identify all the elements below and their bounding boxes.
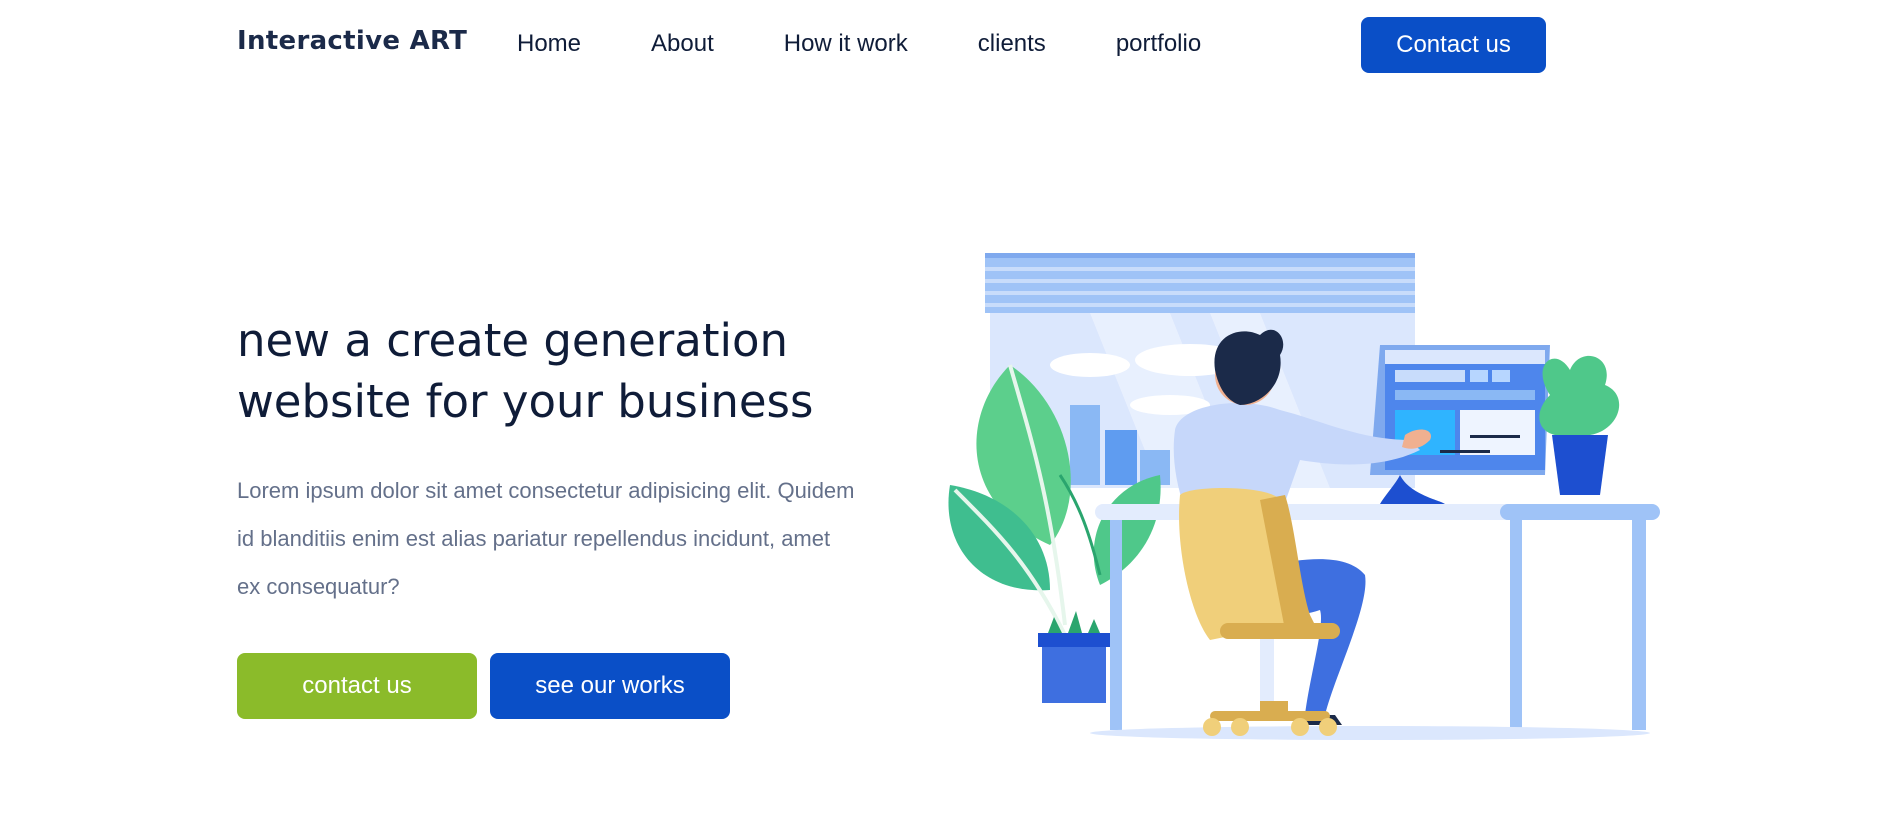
- hero-description: Lorem ipsum dolor sit amet consectetur a…: [237, 478, 855, 599]
- nav-item-about[interactable]: About: [651, 30, 714, 58]
- nav-item-how-it-work[interactable]: How it work: [784, 30, 908, 58]
- landing-page: Interactive ART Home About How it work c…: [0, 0, 1877, 818]
- logo[interactable]: Interactive ART: [237, 26, 467, 56]
- nav-item-portfolio[interactable]: portfolio: [1116, 30, 1201, 58]
- person-at-desk-illustration: [948, 253, 1660, 740]
- hero-title: new a create generation website for your…: [237, 314, 814, 428]
- potted-plant-icon: [1539, 355, 1620, 495]
- see-our-works-button[interactable]: see our works: [490, 653, 730, 719]
- header-contact-button[interactable]: Contact us: [1361, 17, 1546, 73]
- main-nav: Home About How it work clients portfolio: [517, 30, 1201, 58]
- nav-item-home[interactable]: Home: [517, 30, 581, 58]
- contact-us-button[interactable]: contact us: [237, 653, 477, 719]
- nav-item-clients[interactable]: clients: [978, 30, 1046, 58]
- desk-icon: [1090, 504, 1660, 740]
